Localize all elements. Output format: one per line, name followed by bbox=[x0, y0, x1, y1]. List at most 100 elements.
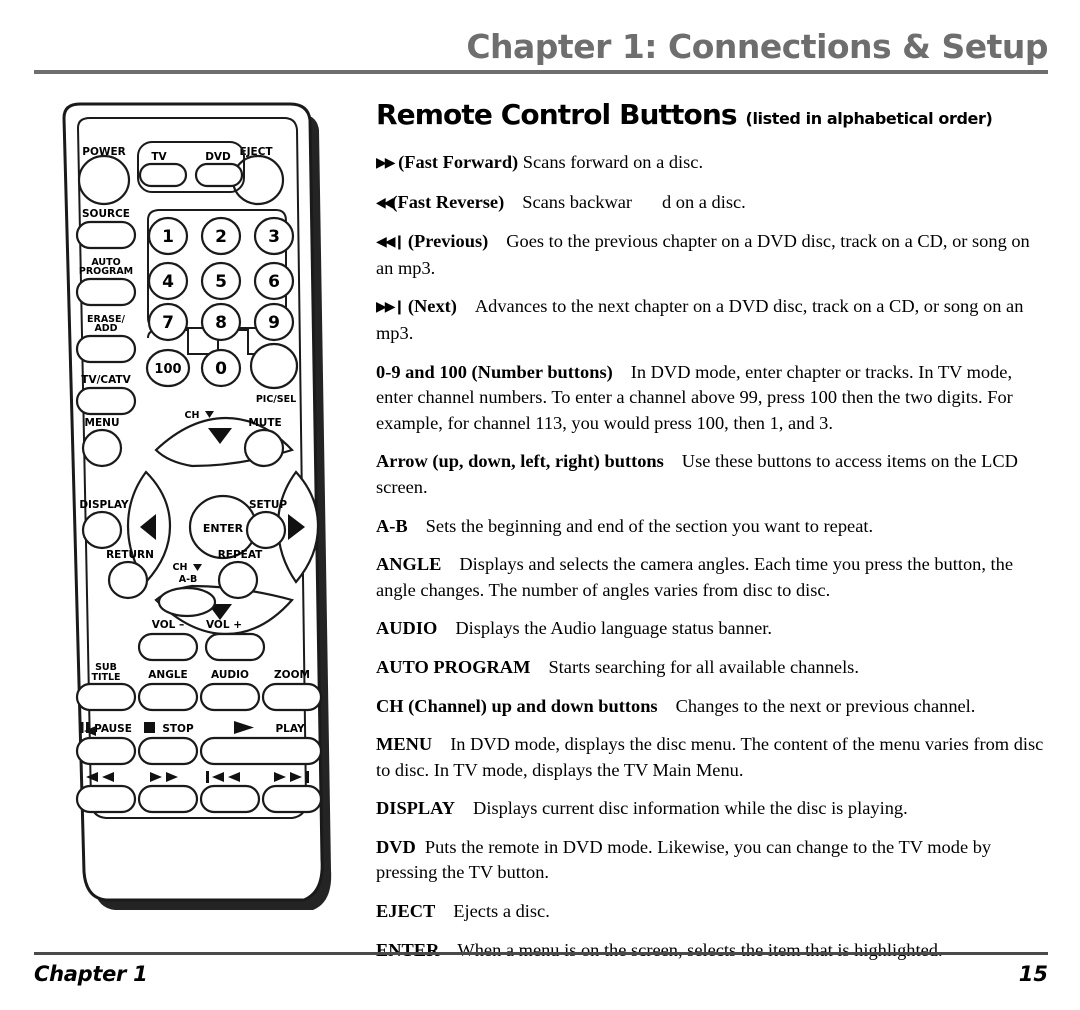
auto-program-button[interactable] bbox=[75, 277, 137, 307]
zoom-button[interactable] bbox=[261, 682, 323, 712]
a-b-label: A-B bbox=[179, 574, 198, 585]
entry-desc: Scans forward on a disc. bbox=[522, 152, 704, 172]
source-label: SOURCE bbox=[82, 208, 130, 220]
entry-dvd: DVD Puts the remote in DVD mode. Likewise… bbox=[376, 835, 1048, 886]
zoom-label: ZOOM bbox=[274, 669, 310, 681]
pause-label: PAUSE bbox=[94, 723, 132, 735]
entry-a-b: A-B Sets the beginning and end of the sec… bbox=[376, 514, 1048, 540]
erase-add-button[interactable] bbox=[75, 334, 137, 364]
entry-display: DISPLAY Displays current disc information… bbox=[376, 796, 1048, 822]
number-label-7: 7 bbox=[162, 313, 174, 333]
return-button[interactable] bbox=[107, 560, 149, 600]
entry-term: Arrow (up, down, left, right) buttons bbox=[376, 451, 664, 472]
entry-term: ANGLE bbox=[376, 554, 442, 575]
entry-desc: Ejects a disc. bbox=[453, 901, 550, 922]
entry-arrow-buttons: Arrow (up, down, left, right) buttons Use… bbox=[376, 449, 1048, 500]
angle-button[interactable] bbox=[137, 682, 199, 712]
number-label-5: 5 bbox=[215, 272, 227, 292]
entry-term: (Fast Forward) bbox=[398, 152, 519, 172]
entry-audio: AUDIO Displays the Audio language status … bbox=[376, 616, 1048, 642]
display-button[interactable] bbox=[81, 510, 123, 550]
stop-icon bbox=[144, 722, 155, 733]
entry-desc: Advances to the next chapter on a DVD di… bbox=[376, 296, 1024, 343]
a-b-button[interactable] bbox=[157, 586, 217, 618]
setup-button[interactable] bbox=[245, 510, 287, 550]
play-label: PLAY bbox=[275, 723, 305, 735]
remote-control-illustration: .bd{fill:none;stroke:#1a1a1a;stroke-widt… bbox=[40, 100, 360, 930]
menu-button[interactable] bbox=[81, 428, 123, 468]
entry-desc: Displays current disc information while … bbox=[473, 798, 908, 819]
pause-icon-bar1 bbox=[80, 722, 84, 733]
page-title: Remote Control Buttons (listed in alphab… bbox=[376, 98, 1048, 136]
mute-button[interactable] bbox=[243, 428, 285, 468]
source-button[interactable] bbox=[75, 220, 137, 250]
entry-ch-buttons: CH (Channel) up and down buttons Changes … bbox=[376, 694, 1048, 720]
tv-label: TV bbox=[151, 151, 167, 163]
stop-button[interactable] bbox=[137, 736, 199, 766]
subtitle-button[interactable] bbox=[75, 682, 137, 712]
entry-desc: In DVD mode, displays the disc menu. The… bbox=[376, 734, 1044, 780]
page-title-suffix: (listed in alphabetical order) bbox=[745, 109, 993, 128]
page-footer: Chapter 1 15 bbox=[34, 952, 1048, 1000]
entry-menu: MENU In DVD mode, displays the disc menu.… bbox=[376, 732, 1048, 783]
number-label-6: 6 bbox=[268, 272, 280, 292]
previous-glyph-icon: ◀◀❙ bbox=[376, 234, 405, 251]
entry-next: ▶▶❙ (Next) Advances to the next chapter o… bbox=[376, 294, 1048, 346]
entry-desc: Starts searching for all available chann… bbox=[548, 656, 859, 677]
entry-desc-a: Scans backwar bbox=[522, 191, 633, 212]
entry-number-buttons: 0-9 and 100 (Number buttons) In DVD mode,… bbox=[376, 360, 1048, 437]
stop-label: STOP bbox=[162, 723, 194, 735]
entry-desc: Puts the remote in DVD mode. Likewise, y… bbox=[376, 836, 992, 883]
menu-label: MENU bbox=[85, 417, 120, 429]
entry-desc: Changes to the next or previous channel. bbox=[675, 695, 976, 716]
pause-button[interactable] bbox=[75, 736, 137, 766]
number-label-1: 1 bbox=[162, 227, 174, 247]
footer-page-number: 15 bbox=[1018, 962, 1048, 986]
next-icon-bar bbox=[306, 771, 309, 783]
entry-eject: EJECT Ejects a disc. bbox=[376, 899, 1048, 925]
return-label: RETURN bbox=[106, 549, 154, 561]
fast-reverse-button[interactable] bbox=[75, 784, 137, 814]
play-button[interactable] bbox=[199, 736, 323, 766]
vol-plus-button[interactable] bbox=[204, 632, 266, 662]
pic-sel-button[interactable] bbox=[249, 342, 299, 390]
entry-desc-b: d on a disc. bbox=[662, 191, 746, 212]
footer-divider bbox=[34, 952, 1048, 955]
entry-term: EJECT bbox=[376, 901, 436, 922]
pic-sel-label: PIC/SEL bbox=[256, 394, 296, 405]
fast-reverse-glyph-icon: ◀◀ bbox=[376, 194, 393, 211]
fast-forward-button[interactable] bbox=[137, 784, 199, 814]
dvd-button[interactable] bbox=[194, 162, 244, 188]
repeat-label: REPEAT bbox=[218, 549, 263, 561]
number-label-3: 3 bbox=[268, 227, 280, 247]
number-label-2: 2 bbox=[215, 227, 227, 247]
entry-term: (Next) bbox=[407, 296, 457, 317]
footer-chapter-label: Chapter 1 bbox=[34, 962, 148, 986]
entry-fast-forward: ▶▶ (Fast Forward) Scans forward on a dis… bbox=[376, 150, 1048, 177]
power-button[interactable] bbox=[77, 154, 131, 206]
next-button[interactable] bbox=[261, 784, 323, 814]
entry-desc: Displays and selects the camera angles. … bbox=[376, 554, 1014, 600]
audio-button[interactable] bbox=[199, 682, 261, 712]
repeat-button[interactable] bbox=[217, 560, 259, 600]
tv-button[interactable] bbox=[138, 162, 188, 188]
entry-desc: Displays the Audio language status banne… bbox=[455, 618, 772, 639]
entry-term: AUTO PROGRAM bbox=[376, 656, 531, 677]
entry-desc: Sets the beginning and end of the sectio… bbox=[425, 515, 874, 536]
vol-minus-button[interactable] bbox=[137, 632, 199, 662]
entry-term: A-B bbox=[376, 515, 408, 536]
entry-term: DVD bbox=[376, 836, 416, 857]
enter-label: ENTER bbox=[203, 522, 244, 535]
mute-label: MUTE bbox=[248, 417, 281, 429]
ch-down-label: CH bbox=[173, 562, 188, 573]
previous-button[interactable] bbox=[199, 784, 261, 814]
tv-catv-button[interactable] bbox=[75, 386, 137, 416]
vol-minus-label: VOL – bbox=[152, 619, 184, 631]
number-label-0: 0 bbox=[215, 359, 227, 379]
header-divider bbox=[34, 70, 1048, 74]
fast-forward-glyph-icon: ▶▶ bbox=[376, 155, 395, 171]
main-content: Remote Control Buttons (listed in alphab… bbox=[376, 98, 1048, 976]
next-glyph-icon: ▶▶❙ bbox=[376, 299, 405, 316]
page-header: Chapter 1: Connections & Setup bbox=[34, 26, 1048, 78]
entry-angle: ANGLE Displays and selects the camera ang… bbox=[376, 552, 1048, 603]
